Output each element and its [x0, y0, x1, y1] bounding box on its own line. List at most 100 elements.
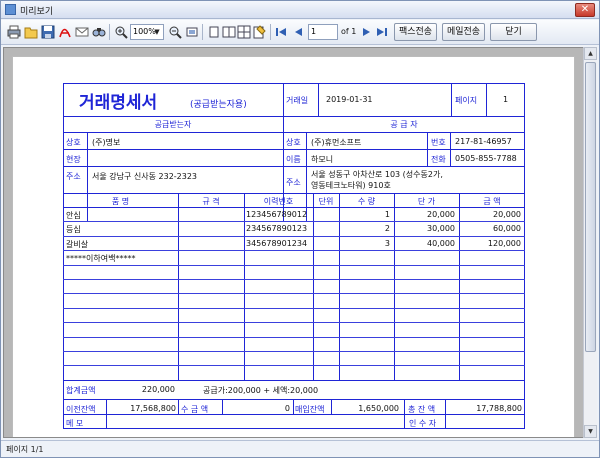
scroll-thumb[interactable] [585, 62, 596, 352]
col-qty: 수 량 [357, 197, 376, 206]
divider [87, 132, 88, 222]
item-name: 갈비살 [66, 239, 89, 249]
table-row-line [63, 322, 525, 324]
total-detail: 공급가:200,000 + 세액:20,000 [203, 386, 319, 395]
pdf-icon[interactable] [58, 25, 72, 39]
prev-balance: 17,568,800 [130, 404, 176, 413]
divider [318, 83, 319, 116]
col-amount: 금 액 [483, 197, 501, 206]
supplier-regno: 217-81-46957 [455, 137, 512, 146]
item-price: 40,000 [427, 238, 455, 248]
invoice-title: 거래명세서 [79, 93, 158, 113]
zoom-in-icon[interactable] [114, 25, 128, 39]
fax-send-button[interactable]: 팩스전송 [394, 23, 437, 41]
divider [63, 166, 525, 167]
col-item: 품 명 [111, 197, 130, 206]
divider [306, 132, 307, 222]
page-setup-icon[interactable] [252, 25, 266, 39]
close-window-button[interactable]: ✕ [575, 3, 595, 17]
receiver-name: (주)명보 [92, 138, 121, 147]
divider [63, 207, 525, 208]
find-icon[interactable] [92, 25, 106, 39]
receiver-address-label: 주소 [66, 172, 81, 181]
window-title: 미리보기 [20, 7, 54, 17]
item-qty: 2 [384, 224, 390, 234]
item-qty: 1 [384, 210, 390, 219]
page-count-label: of 1 [341, 27, 357, 36]
last-page-icon[interactable] [375, 25, 389, 39]
table-row-line [63, 264, 525, 266]
supplier-name-label: 상호 [286, 138, 301, 147]
received-amount: 0 [284, 404, 290, 413]
table-row-line [63, 250, 525, 252]
prev-page-icon[interactable] [291, 25, 305, 39]
page-number-input[interactable]: 1 [308, 24, 338, 40]
status-page-text: 페이지 1/1 [6, 445, 44, 454]
item-qty: 3 [384, 238, 390, 248]
item-history-no: 345678901234 [246, 238, 308, 248]
item-amount: 60,000 [493, 224, 521, 234]
single-page-icon[interactable] [207, 25, 221, 39]
app-icon [5, 4, 16, 15]
col-history: 이력번호 [263, 197, 294, 206]
fit-page-icon[interactable] [185, 25, 199, 39]
receiver-address: 서울 강남구 신사동 232-2323 [92, 172, 198, 181]
zoom-select[interactable]: 100% ▼ [130, 24, 164, 40]
status-bar: 페이지 1/1 [1, 440, 599, 457]
table-row-line [63, 279, 525, 280]
close-button[interactable]: 닫기 [490, 23, 537, 41]
divider [63, 414, 525, 415]
toolbar-separator [270, 24, 271, 40]
divider [283, 149, 525, 150]
total-label: 합계금액 [66, 386, 96, 395]
supplier-header: 공 급 자 [390, 120, 418, 129]
divider [486, 83, 487, 116]
item-amount: 20,000 [493, 210, 521, 219]
scroll-down-icon[interactable]: ▼ [584, 425, 597, 438]
open-folder-icon[interactable] [24, 25, 38, 39]
item-name: 안심 [66, 211, 81, 220]
divider [63, 193, 525, 194]
item-price: 20,000 [427, 210, 455, 219]
divider [283, 83, 284, 116]
total-amount: 220,000 [141, 385, 175, 394]
item-price: 30,000 [427, 224, 455, 234]
first-page-icon[interactable] [274, 25, 288, 39]
blank-line-marker: *****이하여백***** [66, 254, 136, 264]
col-spec: 규 격 [202, 197, 220, 206]
supplier-regno-label: 번호 [431, 138, 446, 147]
divider [63, 380, 525, 381]
title-bar: 미리보기 ✕ [1, 1, 599, 19]
supplier-address-label: 주소 [286, 178, 301, 187]
divider [63, 399, 525, 400]
zoom-out-icon[interactable] [168, 25, 182, 39]
table-row-line [63, 221, 525, 223]
supplier-phone-label: 전화 [431, 155, 446, 164]
preview-area[interactable]: 거래명세서 (공급받는자용) 거래일 2019-01-31 페이지 1 공급받는… [3, 47, 584, 438]
table-row-line [63, 235, 525, 237]
save-icon[interactable] [41, 25, 55, 39]
vertical-scrollbar[interactable]: ▲ ▼ [583, 47, 597, 438]
supplier-address-line1: 서울 성동구 아차산로 103 (성수동2가, [311, 170, 443, 179]
scroll-up-icon[interactable]: ▲ [584, 47, 597, 60]
item-amount: 120,000 [487, 238, 521, 248]
two-page-icon[interactable] [222, 25, 236, 39]
preview-window: 미리보기 ✕ 100% ▼ 1 of 1 팩스전송 메일전송 닫기 거래명세서 … [0, 0, 600, 458]
receiver-name-label: 상호 [66, 138, 81, 147]
date-label: 거래일 [286, 96, 309, 105]
supplier-person: 하모니 [311, 155, 334, 164]
email-send-button[interactable]: 메일전송 [442, 23, 485, 41]
divider [222, 399, 223, 414]
divider [331, 399, 332, 414]
chevron-down-icon: ▼ [154, 28, 160, 36]
item-name: 등심 [66, 225, 81, 235]
multi-page-icon[interactable] [237, 25, 251, 39]
supplier-phone: 0505-855-7788 [455, 154, 517, 163]
mail-icon[interactable] [75, 25, 89, 39]
receiver-header: 공급받는자 [154, 120, 192, 129]
next-page-icon[interactable] [360, 25, 374, 39]
table-row-line [63, 307, 525, 309]
transaction-date: 2019-01-31 [326, 95, 373, 104]
print-icon[interactable] [7, 25, 21, 39]
page-number: 1 [503, 95, 509, 104]
